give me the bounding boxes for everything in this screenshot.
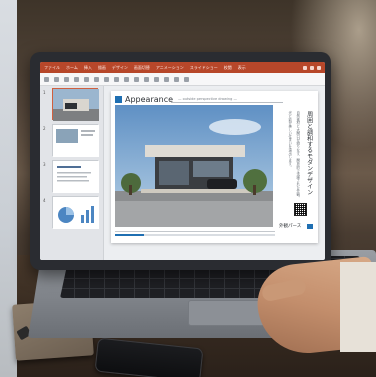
- new-slide-icon[interactable]: [74, 76, 79, 82]
- slide-progress-fill: [115, 234, 144, 236]
- slide-subtitle: — outside perspective drawing —: [178, 97, 237, 101]
- align-center-icon[interactable]: [144, 76, 149, 82]
- slide-progress-bar: [115, 234, 275, 236]
- ribbon-toolbar: [40, 73, 325, 86]
- window-controls[interactable]: [303, 65, 325, 70]
- thumbnail-text-image: [53, 161, 99, 193]
- slide-body-jp-2: 光と影が美しい住まいを演出します。: [287, 111, 292, 169]
- shirt-cuff: [340, 262, 376, 352]
- paste-icon[interactable]: [44, 76, 49, 82]
- qr-code-icon: [294, 203, 307, 216]
- layout-icon[interactable]: [84, 76, 89, 82]
- slide-title: Appearance: [125, 95, 174, 104]
- menu-tab-slideshow[interactable]: スライドショー: [190, 65, 218, 71]
- thumbnail-number: 1: [43, 90, 46, 95]
- menu-tab-insert[interactable]: 挿入: [84, 65, 92, 71]
- slide-thumbnail-pane: 1 2 3 4: [40, 86, 104, 260]
- modern-house-photo: [115, 105, 273, 227]
- cut-icon[interactable]: [54, 76, 59, 82]
- menu-tab-view[interactable]: 表示: [238, 65, 246, 71]
- current-slide[interactable]: Appearance — outside perspective drawing…: [111, 91, 318, 243]
- laptop-screen: ファイル ホーム 挿入 描画 デザイン 画面切替 アニメーション スライドショー…: [40, 62, 325, 260]
- footer-accent-mark: [307, 224, 313, 229]
- shapes-icon[interactable]: [164, 76, 169, 82]
- bold-icon[interactable]: [94, 76, 99, 82]
- maximize-icon[interactable]: [310, 65, 314, 70]
- menu-tab-file[interactable]: ファイル: [44, 65, 60, 71]
- slide-thumbnail-3[interactable]: [52, 160, 99, 193]
- arrange-icon[interactable]: [174, 76, 179, 82]
- photo-scene: ファイル ホーム 挿入 描画 デザイン 画面切替 アニメーション スライドショー…: [0, 0, 376, 377]
- menu-tab-draw[interactable]: 描画: [98, 65, 106, 71]
- footer-divider: [115, 231, 275, 232]
- house-rendering-image: [115, 105, 273, 227]
- underline-icon[interactable]: [114, 76, 119, 82]
- thumbnail-number: 4: [43, 198, 46, 203]
- copy-icon[interactable]: [64, 76, 69, 82]
- menu-tab-review[interactable]: 校閲: [224, 65, 232, 71]
- thumbnail-chart-image: [53, 197, 99, 229]
- align-left-icon[interactable]: [134, 76, 139, 82]
- app-titlebar: ファイル ホーム 挿入 描画 デザイン 画面切替 アニメーション スライドショー…: [40, 62, 325, 73]
- bullets-icon[interactable]: [154, 76, 159, 82]
- slide-body-jp-1: 自然素材と大開口が織りなす、開放的で洗練された外観。: [295, 111, 300, 200]
- close-icon[interactable]: [317, 65, 321, 70]
- slide-thumbnail-1[interactable]: [52, 88, 99, 121]
- thumbnail-content-image: [53, 125, 99, 157]
- menu-tab-animations[interactable]: アニメーション: [156, 65, 184, 71]
- slide-heading-jp: 周囲と調和するモダンデザイン: [305, 111, 313, 195]
- menu-tab-transitions[interactable]: 画面切替: [134, 65, 150, 71]
- slide-thumbnail-4[interactable]: [52, 196, 99, 229]
- font-color-icon[interactable]: [124, 76, 129, 82]
- thumbnail-house-image: [53, 89, 99, 121]
- menu-tab-home[interactable]: ホーム: [66, 65, 78, 71]
- title-accent-square: [115, 96, 122, 103]
- find-icon[interactable]: [184, 76, 189, 82]
- slide-footer-label: 外観パース: [279, 224, 302, 229]
- slide-thumbnail-2[interactable]: [52, 124, 99, 157]
- thumbnail-number: 2: [43, 126, 46, 131]
- italic-icon[interactable]: [104, 76, 109, 82]
- thumbnail-number: 3: [43, 162, 46, 167]
- menu-tab-design[interactable]: デザイン: [112, 65, 128, 71]
- title-divider: [171, 102, 283, 103]
- minimize-icon[interactable]: [303, 65, 307, 70]
